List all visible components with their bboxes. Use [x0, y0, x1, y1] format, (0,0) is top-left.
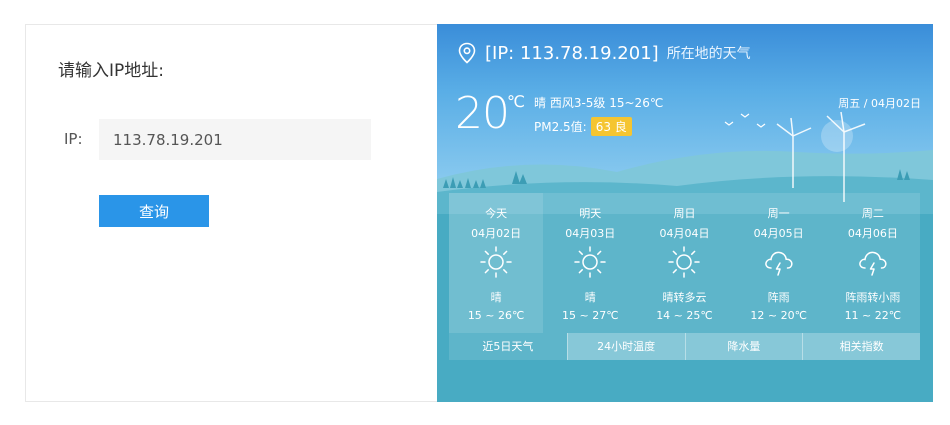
forecast-day-name: 周二: [861, 207, 884, 220]
current-condition: 晴 西风3-5级 15~26℃: [534, 96, 664, 110]
forecast-day-range: 14 ~ 25℃: [656, 309, 713, 322]
forecast-day-date: 04月05日: [753, 227, 804, 240]
query-title: 请输入IP地址:: [58, 61, 164, 81]
forecast-day-date: 04月04日: [659, 227, 710, 240]
forecast-day-name: 今天: [485, 207, 508, 220]
weather-header-suffix: 所在地的天气: [666, 46, 751, 62]
location-pin-icon: [458, 42, 476, 64]
pm25-badge: 63 良: [590, 117, 632, 136]
forecast-day: 今天 04月02日 晴 15 ~ 26℃: [449, 193, 544, 333]
thunder-cloud-icon: [859, 251, 887, 276]
sun-icon: [668, 246, 701, 278]
tab-5day-weather[interactable]: 近5日天气: [449, 333, 567, 360]
forecast-day-date: 04月03日: [565, 227, 616, 240]
weather-tabs: 近5日天气 24小时温度 降水量 相关指数: [449, 333, 920, 360]
forecast-day-condition: 阵雨: [767, 291, 790, 304]
forecast-day: 周日 04月04日 晴转多云 14 ~ 25℃: [637, 193, 731, 333]
forecast-day-condition: 阵雨转小雨: [845, 291, 901, 304]
current-temperature: 20: [455, 88, 510, 139]
forecast-day-range: 11 ~ 22℃: [844, 309, 902, 322]
forecast-day-condition: 晴: [584, 291, 596, 304]
pm25-row: PM2.5值: 63 良: [534, 117, 632, 136]
forecast-day-name: 周日: [673, 207, 696, 220]
current-date: 周五 / 04月02日: [838, 97, 921, 110]
forecast-day-date: 04月02日: [471, 227, 522, 240]
forecast-day: 明天 04月03日 晴 15 ~ 27℃: [543, 193, 637, 333]
thunder-cloud-icon: [764, 251, 793, 276]
forecast-day-range: 15 ~ 27℃: [562, 309, 619, 322]
weather-header: [IP: 113.78.19.201] 所在地的天气: [457, 41, 751, 65]
forecast-day-name: 明天: [579, 207, 602, 220]
forecast-list: 今天 04月02日 晴 15 ~ 26℃ 明天 04月03日 晴 15 ~ 27…: [449, 193, 920, 333]
forecast-day: 周一 04月05日 阵雨 12 ~ 20℃: [732, 193, 826, 333]
weather-panel: [IP: 113.78.19.201] 所在地的天气 20 ℃ 晴 西风3-5级…: [437, 24, 933, 402]
sun-icon: [480, 246, 512, 278]
ip-input[interactable]: [99, 119, 371, 160]
ip-label: IP:: [64, 130, 83, 148]
query-button[interactable]: 查询: [99, 195, 209, 227]
sun-icon: [574, 246, 607, 278]
weather-ip-text: [IP: 113.78.19.201]: [485, 42, 659, 64]
forecast-day-name: 周一: [767, 207, 790, 220]
forecast-day-condition: 晴: [490, 291, 502, 304]
forecast-day-range: 15 ~ 26℃: [467, 309, 525, 322]
tab-24h-temperature[interactable]: 24小时温度: [566, 333, 685, 360]
forecast-day-condition: 晴转多云: [662, 291, 707, 304]
temperature-unit: ℃: [507, 92, 525, 111]
forecast-day-range: 12 ~ 20℃: [750, 309, 807, 322]
pm25-label: PM2.5值:: [534, 120, 587, 134]
tab-precipitation[interactable]: 降水量: [684, 333, 803, 360]
forecast-day: 周二 04月06日 阵雨转小雨 11 ~ 22℃: [826, 193, 920, 333]
tab-related-index[interactable]: 相关指数: [802, 333, 920, 360]
forecast-day-date: 04月06日: [847, 227, 898, 240]
